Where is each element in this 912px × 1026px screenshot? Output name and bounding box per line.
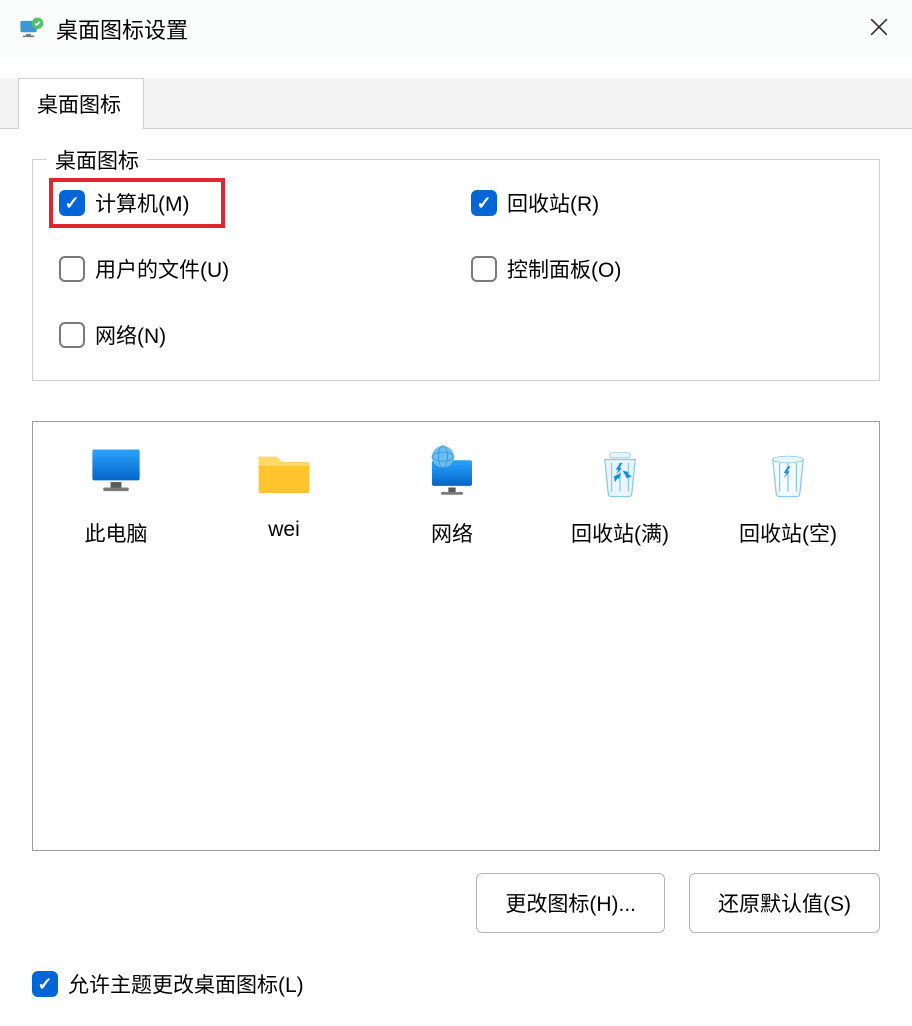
checkbox-icon (471, 256, 497, 282)
icon-label: 此电脑 (85, 518, 148, 548)
desktop-icons-fieldset: 桌面图标 ✓ 计算机(M) ✓ 回收站(R) 用户的文件(U) (32, 159, 880, 381)
preview-item-recycle-empty[interactable]: 回收站(空) (723, 444, 853, 548)
network-icon (423, 444, 481, 502)
checkbox-label: 回收站(R) (507, 188, 599, 218)
checkbox-grid: ✓ 计算机(M) ✓ 回收站(R) 用户的文件(U) 控制面板(O) 网络(N) (59, 188, 853, 350)
preview-item-this-pc[interactable]: 此电脑 (51, 444, 181, 548)
checkbox-user-documents[interactable]: 用户的文件(U) (59, 254, 441, 284)
checkbox-icon (59, 256, 85, 282)
checkmark-icon: ✓ (37, 974, 52, 995)
checkbox-icon (59, 322, 85, 348)
fieldset-legend: 桌面图标 (47, 145, 147, 175)
checkbox-icon: ✓ (32, 971, 58, 997)
icon-label: 回收站(空) (739, 518, 837, 548)
title-bar-left: 桌面图标设置 (18, 13, 188, 45)
preview-item-network[interactable]: 网络 (387, 444, 517, 548)
app-icon (18, 16, 44, 42)
recycle-bin-full-icon (591, 444, 649, 502)
checkmark-icon: ✓ (476, 193, 491, 214)
tab-desktop-icons[interactable]: 桌面图标 (18, 78, 144, 129)
restore-default-button[interactable]: 还原默认值(S) (689, 873, 880, 933)
checkbox-computer[interactable]: ✓ 计算机(M) (59, 188, 189, 218)
recycle-bin-empty-icon (759, 444, 817, 502)
icon-label: 回收站(满) (571, 518, 669, 548)
checkbox-label: 控制面板(O) (507, 254, 621, 284)
title-bar: 桌面图标设置 (0, 0, 912, 58)
highlight-annotation: ✓ 计算机(M) (49, 178, 225, 228)
checkbox-label: 用户的文件(U) (95, 254, 229, 284)
icon-label: 网络 (431, 518, 473, 548)
checkbox-label: 计算机(M) (95, 188, 189, 218)
checkbox-label: 网络(N) (95, 320, 166, 350)
close-icon (868, 14, 890, 44)
preview-item-user-folder[interactable]: wei (219, 444, 349, 548)
grid-cell: ✓ 计算机(M) (59, 188, 441, 218)
change-icon-button[interactable]: 更改图标(H)... (476, 873, 665, 933)
checkbox-allow-theme[interactable]: ✓ 允许主题更改桌面图标(L) (32, 969, 880, 999)
checkbox-network[interactable]: 网络(N) (59, 320, 441, 350)
icon-preview-box: 此电脑 wei (32, 421, 880, 851)
icon-label: wei (268, 518, 300, 542)
checkbox-recycle-bin[interactable]: ✓ 回收站(R) (471, 188, 853, 218)
monitor-icon (87, 444, 145, 502)
tab-content: 桌面图标 ✓ 计算机(M) ✓ 回收站(R) 用户的文件(U) (0, 129, 912, 999)
checkbox-icon: ✓ (59, 190, 85, 216)
tab-strip: 桌面图标 (0, 78, 912, 129)
checkbox-control-panel[interactable]: 控制面板(O) (471, 254, 853, 284)
icon-row: 此电脑 wei (51, 444, 861, 548)
folder-icon (255, 444, 313, 502)
close-button[interactable] (858, 10, 900, 48)
checkbox-icon: ✓ (471, 190, 497, 216)
checkmark-icon: ✓ (64, 193, 79, 214)
preview-item-recycle-full[interactable]: 回收站(满) (555, 444, 685, 548)
button-row: 更改图标(H)... 还原默认值(S) (32, 873, 880, 933)
checkbox-label: 允许主题更改桌面图标(L) (68, 969, 304, 999)
tab-label: 桌面图标 (37, 94, 121, 117)
window-title: 桌面图标设置 (56, 13, 188, 45)
